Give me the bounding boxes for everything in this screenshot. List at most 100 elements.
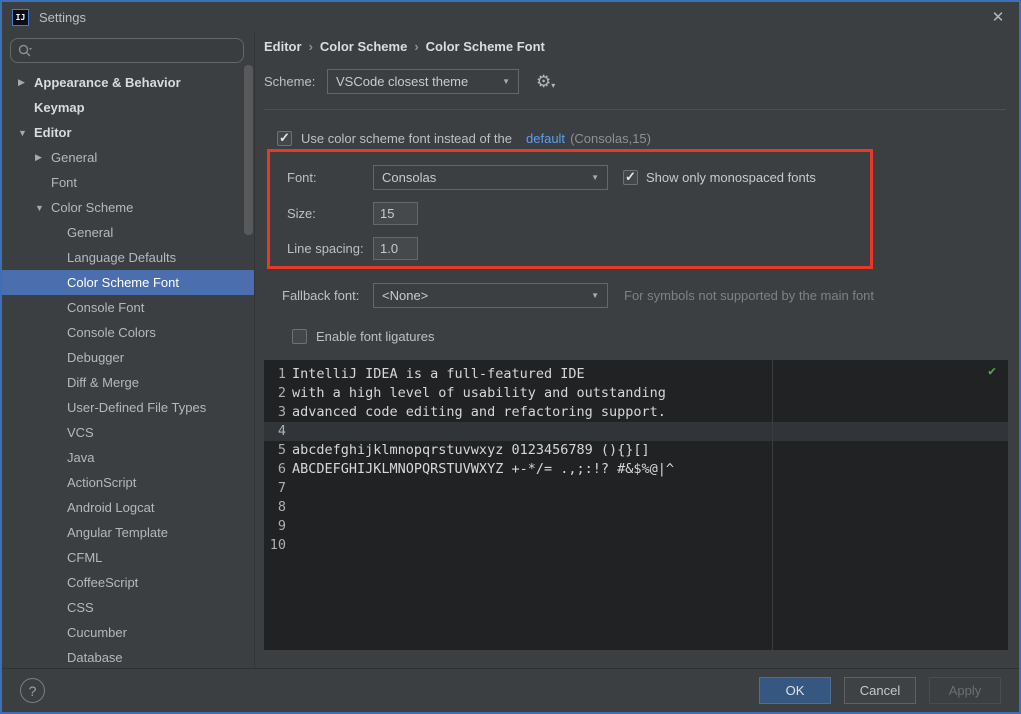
intellij-logo-icon: IJ (12, 8, 29, 26)
sidebar-tree: ▶ Appearance & Behavior Keymap ▼ Editor ▶ Gene… (2, 70, 254, 670)
size-row: Size: 15 (287, 201, 418, 226)
gear-icon: ⚙ (536, 72, 552, 91)
sidebar-item-debugger[interactable]: Debugger (2, 345, 254, 370)
chevron-right-icon[interactable]: ▶ (35, 152, 51, 163)
breadcrumb-separator: › (414, 39, 419, 54)
sidebar-item-database[interactable]: Database (2, 645, 254, 670)
inspections-ok-icon: ✔ (988, 364, 996, 379)
sidebar-item-cucumber[interactable]: Cucumber (2, 620, 254, 645)
preview-line: 4 (264, 422, 1008, 441)
font-row: Font: Consolas ▼ Show only monospaced fo… (287, 165, 816, 190)
preview-line: 2 with a high level of usability and outs… (264, 384, 1008, 403)
sidebar-item-label: Console Font (67, 300, 145, 315)
sidebar-item-general[interactable]: General (2, 220, 254, 245)
sidebar-item-label: Language Defaults (67, 250, 177, 265)
sidebar-item-vcs[interactable]: VCS (2, 420, 254, 445)
ligatures-checkbox[interactable] (292, 329, 307, 344)
title-bar: IJ Settings ✕ (2, 2, 1019, 32)
ligatures-label: Enable font ligatures (316, 329, 435, 344)
preview-line: 8 (264, 498, 1008, 517)
size-input[interactable]: 15 (373, 202, 418, 225)
sidebar-item-label: Console Colors (67, 325, 156, 340)
sidebar-item-label: Editor (34, 125, 72, 140)
sidebar-item-android-logcat[interactable]: Android Logcat (2, 495, 254, 520)
sidebar-item-label: Font (51, 175, 78, 190)
default-font-value: (Consolas,15) (570, 130, 651, 146)
line-text: with a high level of usability and outst… (292, 385, 666, 401)
sidebar-item-color-scheme-font[interactable]: Color Scheme Font (2, 270, 254, 295)
line-text: IntelliJ IDEA is a full-featured IDE (292, 366, 585, 382)
line-number: 8 (277, 499, 286, 515)
sidebar-item-label: VCS (67, 425, 94, 440)
sidebar-item-label: User-Defined File Types (67, 400, 207, 415)
monospaced-label: Show only monospaced fonts (646, 170, 816, 185)
line-number: 5 (277, 442, 286, 458)
sidebar-item-label: Appearance & Behavior (34, 75, 181, 90)
sidebar-scrollbar[interactable] (244, 65, 253, 235)
scheme-dropdown[interactable]: VSCode closest theme ▼ (327, 69, 519, 94)
help-button[interactable]: ? (20, 678, 45, 703)
search-input[interactable] (10, 38, 244, 63)
font-preview-editor[interactable]: ✔ 1 IntelliJ IDEA is a full-featured IDE 2… (264, 360, 1008, 650)
sidebar-item-console-font[interactable]: Console Font (2, 295, 254, 320)
sidebar-item-keymap[interactable]: Keymap (2, 95, 254, 120)
sidebar-item-label: Color Scheme (51, 200, 134, 215)
sidebar-item-console-colors[interactable]: Console Colors (2, 320, 254, 345)
cancel-button[interactable]: Cancel (844, 677, 916, 704)
chevron-down-icon: ▼ (591, 291, 599, 300)
scheme-actions-button[interactable]: ⚙▾ (536, 73, 555, 90)
chevron-down-icon[interactable]: ▼ (35, 203, 51, 213)
sidebar-item-coffeescript[interactable]: CoffeeScript (2, 570, 254, 595)
line-number: 7 (277, 480, 286, 496)
line-spacing-row: Line spacing: 1.0 (287, 236, 418, 261)
default-font-link[interactable]: default (526, 131, 565, 146)
line-number: 4 (277, 423, 286, 439)
main-panel: Editor › Color Scheme › Color Scheme Font Sc… (255, 32, 1019, 668)
use-scheme-font-checkbox[interactable] (277, 130, 292, 146)
sidebar-item-java[interactable]: Java (2, 445, 254, 470)
right-margin-guide (772, 360, 773, 650)
sidebar-item-font[interactable]: Font (2, 170, 254, 195)
close-icon[interactable]: ✕ (987, 8, 1009, 26)
monospaced-checkbox[interactable] (623, 169, 638, 185)
sidebar-item-general[interactable]: ▶ General (2, 145, 254, 170)
breadcrumb-part[interactable]: Editor (264, 39, 302, 54)
apply-button[interactable]: Apply (929, 677, 1001, 704)
use-scheme-font-label: Use color scheme font instead of the (301, 130, 513, 146)
sidebar-item-color-scheme[interactable]: ▼ Color Scheme (2, 195, 254, 220)
preview-line: 10 (264, 536, 1008, 555)
sidebar-item-label: CSS (67, 600, 94, 615)
font-dropdown[interactable]: Consolas ▼ (373, 165, 608, 190)
line-number: 9 (277, 518, 286, 534)
font-label: Font: (287, 170, 317, 185)
sidebar-item-css[interactable]: CSS (2, 595, 254, 620)
ligatures-row: Enable font ligatures (292, 329, 435, 344)
sidebar-item-cfml[interactable]: CFML (2, 545, 254, 570)
preview-line: 7 (264, 479, 1008, 498)
chevron-right-icon[interactable]: ▶ (18, 77, 34, 88)
fallback-font-dropdown[interactable]: <None> ▼ (373, 283, 608, 308)
sidebar-item-editor[interactable]: ▼ Editor (2, 120, 254, 145)
chevron-down-icon: ▼ (591, 173, 599, 182)
sidebar-item-user-defined-file-types[interactable]: User-Defined File Types (2, 395, 254, 420)
ok-button[interactable]: OK (759, 677, 831, 704)
window-title: Settings (39, 9, 86, 25)
sidebar-item-diff-merge[interactable]: Diff & Merge (2, 370, 254, 395)
line-spacing-input[interactable]: 1.0 (373, 237, 418, 260)
sidebar-item-actionscript[interactable]: ActionScript (2, 470, 254, 495)
preview-line: 9 (264, 517, 1008, 536)
preview-line: 5 abcdefghijklmnopqrstuvwxyz 0123456789 (… (264, 441, 1008, 460)
sidebar-item-language-defaults[interactable]: Language Defaults (2, 245, 254, 270)
sidebar-item-appearance-behavior[interactable]: ▶ Appearance & Behavior (2, 70, 254, 95)
sidebar-item-angular-template[interactable]: Angular Template (2, 520, 254, 545)
chevron-down-icon[interactable]: ▼ (18, 128, 34, 138)
breadcrumb-part[interactable]: Color Scheme Font (426, 39, 545, 54)
sidebar-item-label: Java (67, 450, 95, 465)
line-number: 3 (277, 404, 286, 420)
sidebar-item-label: CoffeeScript (67, 575, 139, 590)
line-spacing-value: 1.0 (380, 241, 399, 256)
sidebar-item-label: General (51, 150, 98, 165)
breadcrumb-part[interactable]: Color Scheme (320, 39, 407, 54)
settings-sidebar: ▶ Appearance & Behavior Keymap ▼ Editor ▶ Gene… (2, 32, 255, 668)
sidebar-item-label: Android Logcat (67, 500, 155, 515)
